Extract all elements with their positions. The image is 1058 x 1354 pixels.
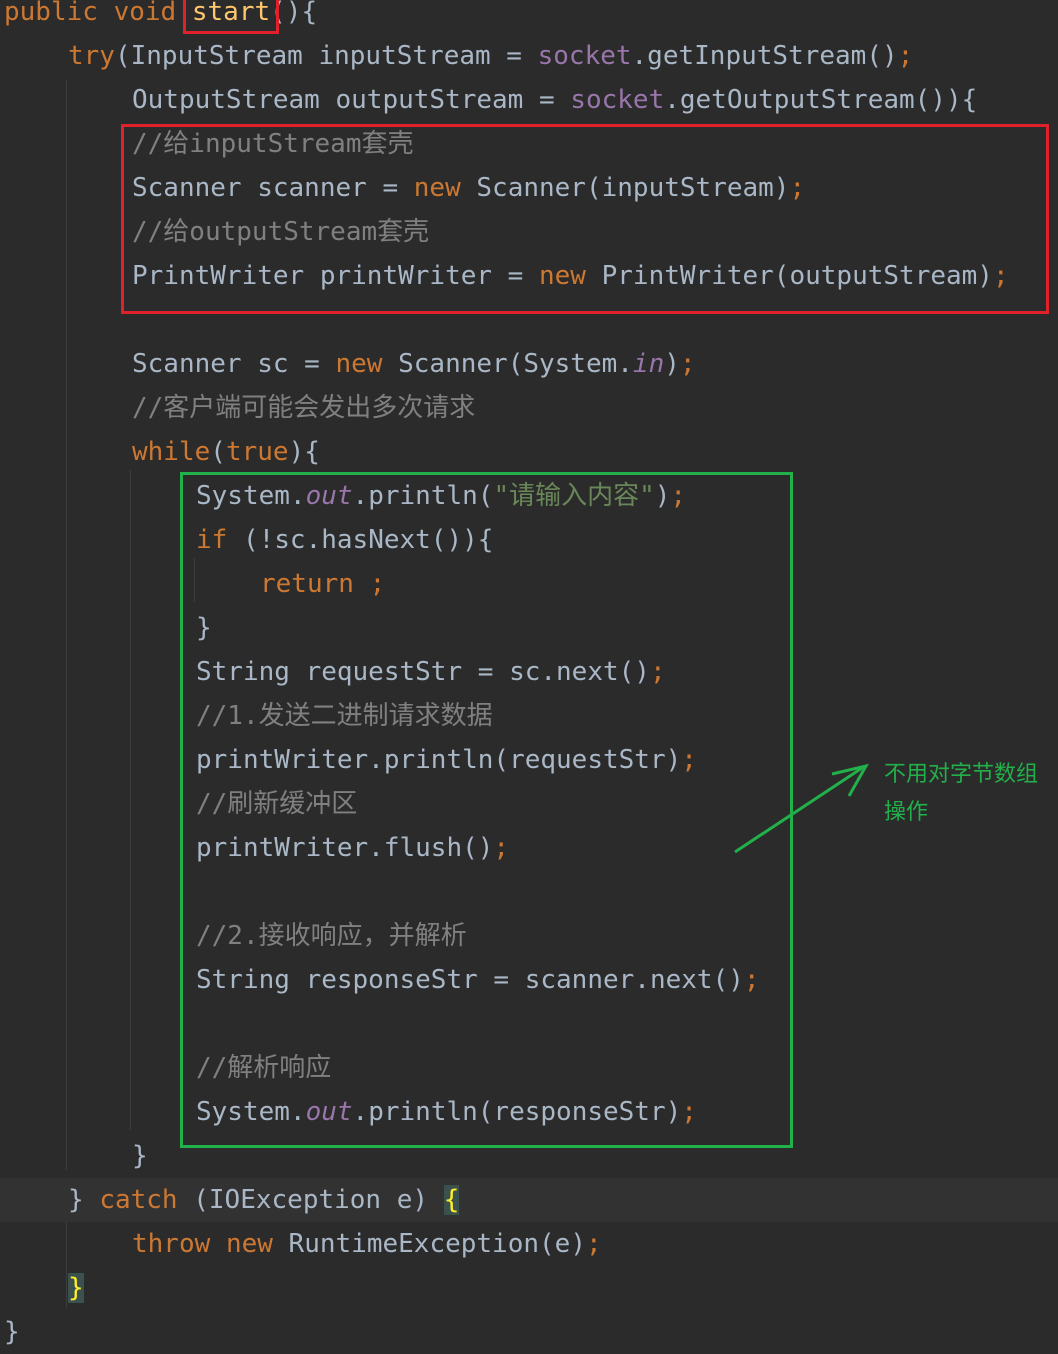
annotation-arrow [734, 763, 869, 854]
code-editor[interactable]: public void start(){try(InputStream inpu… [0, 0, 1058, 1347]
annotation-text: 不用对字节数组操作 [884, 762, 1039, 825]
